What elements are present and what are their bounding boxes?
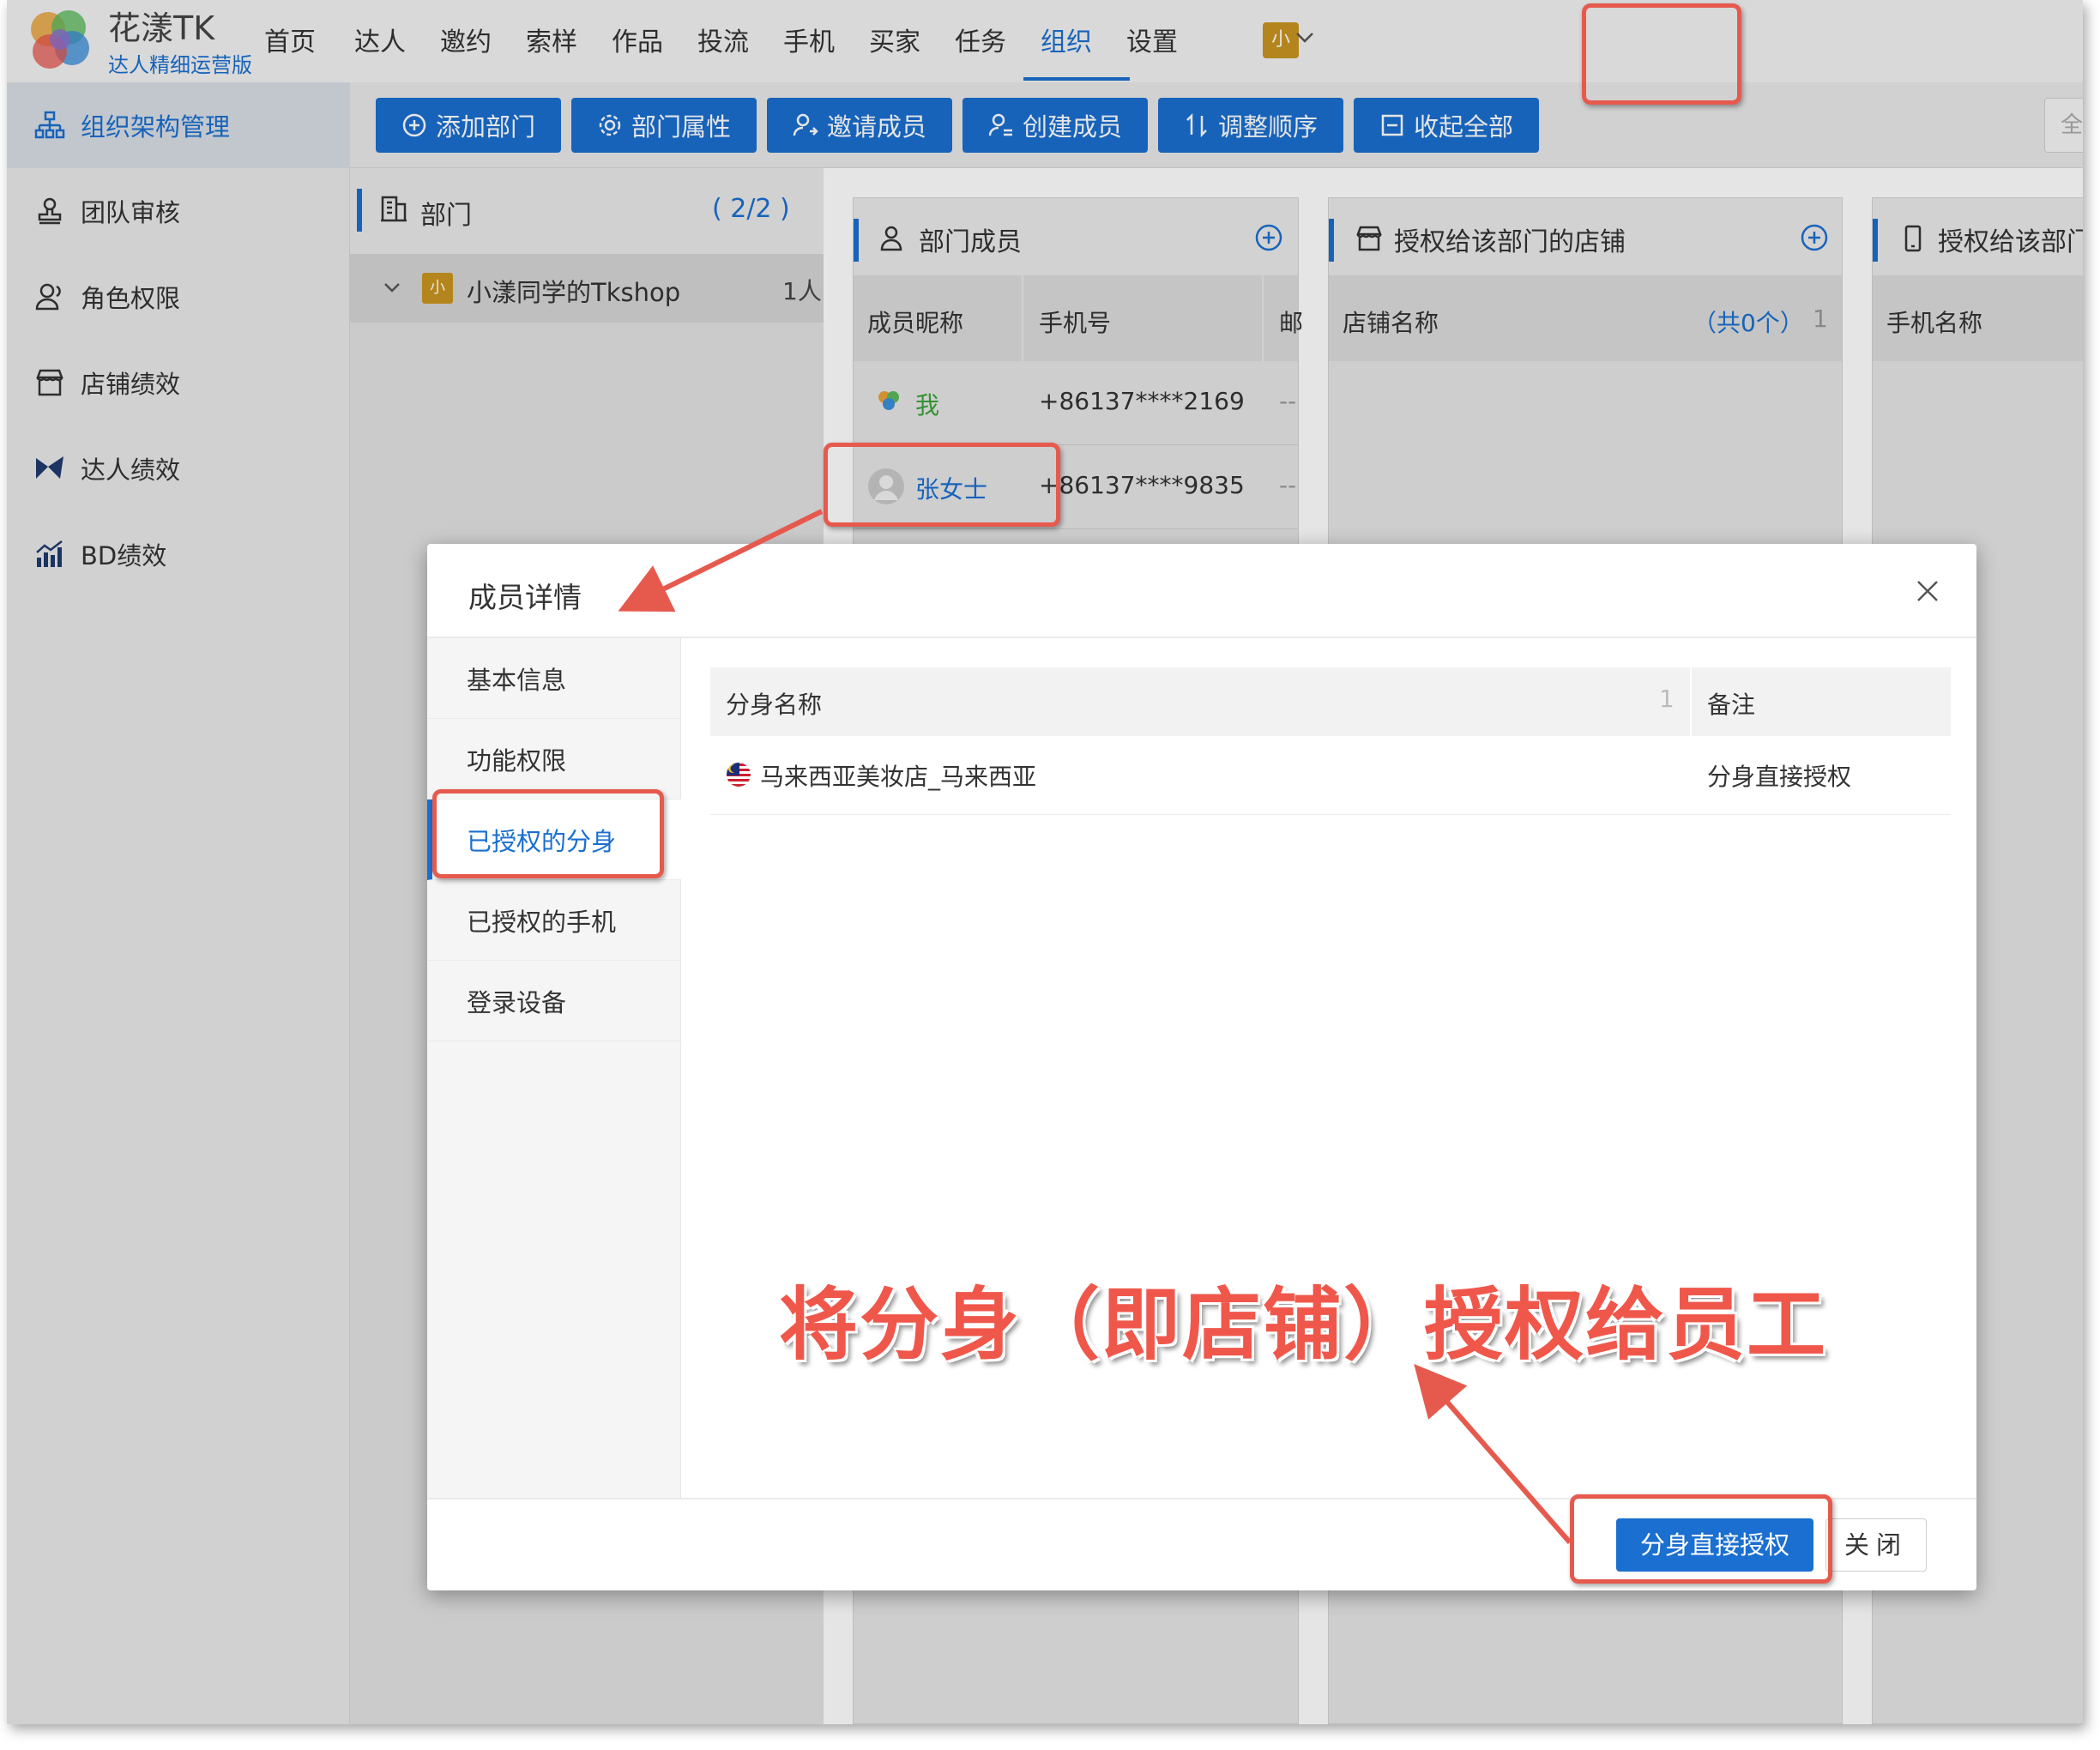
authorized-profiles-table-header: 分身名称 1 备注 [710, 667, 1951, 736]
highlight-nav-organization [1582, 3, 1741, 105]
malaysia-flag-icon [727, 763, 751, 787]
column-header-profile-name[interactable]: 分身名称 [726, 686, 822, 721]
column-header-note[interactable]: 备注 [1707, 686, 1755, 721]
tab-authorized-phones[interactable]: 已授权的手机 [427, 880, 681, 961]
column-divider [1690, 667, 1692, 736]
tab-function-permissions[interactable]: 功能权限 [427, 719, 681, 800]
highlight-authorized-profiles-tab [432, 789, 664, 878]
sort-indicator[interactable]: 1 [1659, 685, 1675, 713]
modal-tab-list: 基本信息 功能权限 已授权的分身 已授权的手机 登录设备 [427, 638, 681, 1500]
close-icon[interactable] [1913, 576, 1942, 606]
highlight-member-row [824, 443, 1060, 527]
close-button[interactable]: 关闭 [1825, 1518, 1927, 1572]
screenshot-frame: 花漾TK 达人精细运营版 首页 达人 邀约 索样 作品 投流 手机 买家 任务 … [7, 0, 2083, 1724]
profile-note: 分身直接授权 [1707, 763, 1852, 791]
highlight-authorize-button [1570, 1494, 1832, 1584]
table-row[interactable]: 马来西亚美妆店_马来西亚 分身直接授权 [710, 736, 1951, 815]
member-details-modal: 成员详情 基本信息 功能权限 已授权的分身 已授权的手机 登录设备 分身名称 1… [427, 544, 1976, 1590]
tab-login-devices[interactable]: 登录设备 [427, 961, 681, 1041]
profile-name: 马来西亚美妆店_马来西亚 [760, 763, 1037, 791]
tab-basic-info[interactable]: 基本信息 [427, 638, 681, 719]
modal-title: 成员详情 [468, 581, 582, 614]
annotation-caption: 将分身（即店铺）授权给员工 [779, 1279, 1828, 1371]
